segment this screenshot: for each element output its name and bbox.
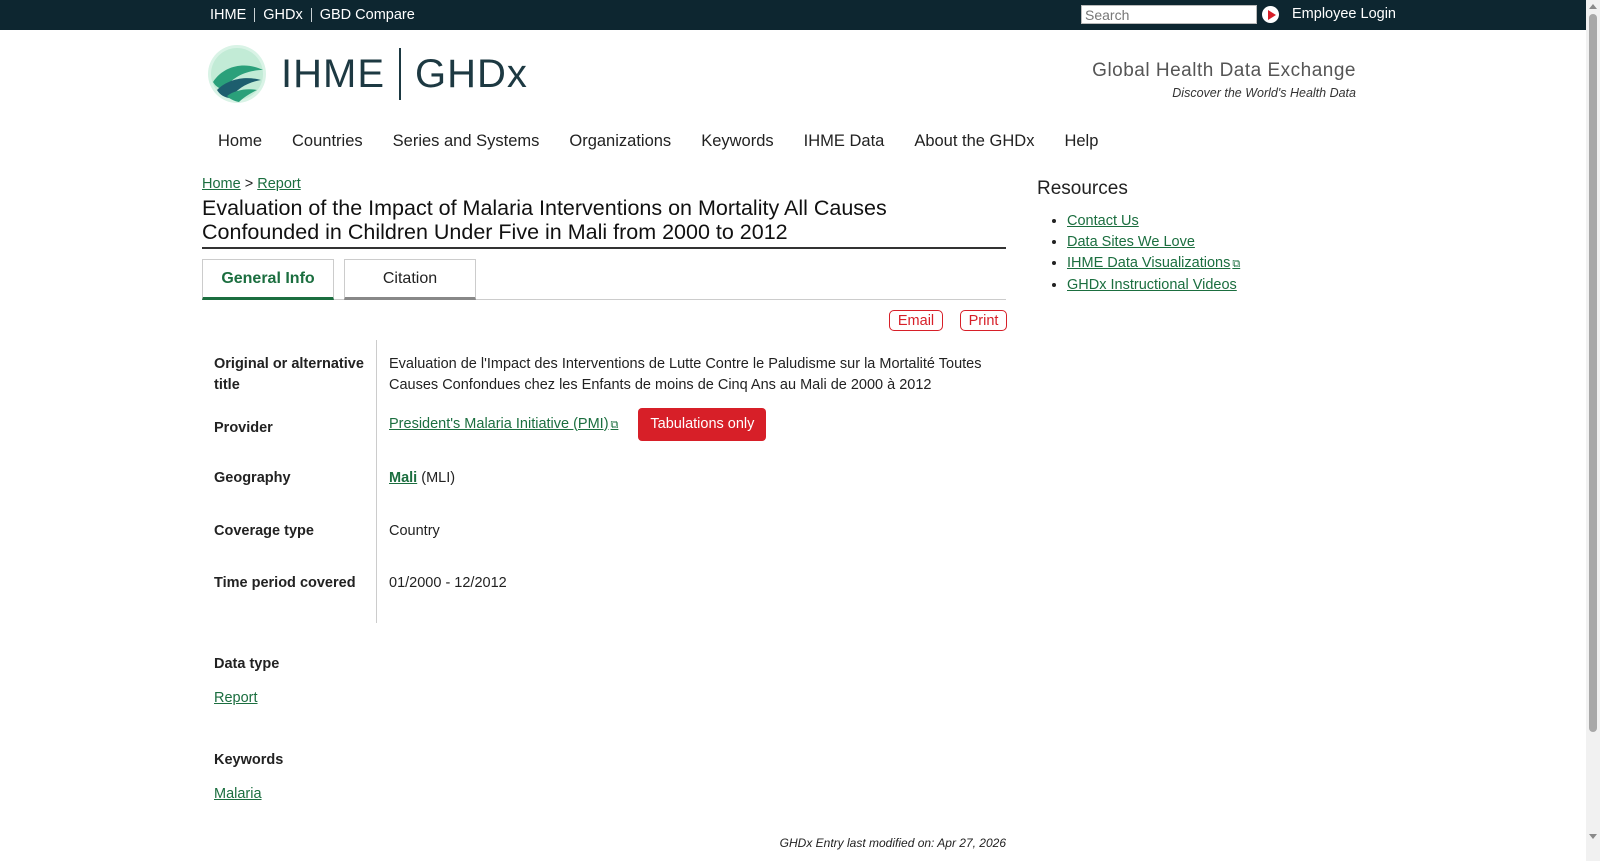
last-modified-text: GHDx Entry last modified on: Apr 27, 202…	[779, 836, 1006, 850]
search-input[interactable]	[1081, 5, 1257, 24]
provider-link[interactable]: President's Malaria Initiative (PMI) ⧉	[389, 416, 618, 432]
data-type-link-report[interactable]: Report	[214, 690, 258, 706]
provider-label: Provider	[214, 420, 273, 436]
resource-item: GHDx Instructional Videos	[1067, 275, 1240, 296]
resources-list: Contact Us Data Sites We Love IHME Data …	[1037, 211, 1240, 296]
email-button[interactable]: Email	[889, 310, 943, 331]
breadcrumb: Home > Report	[202, 176, 301, 192]
employee-login-link[interactable]: Employee Login	[1292, 6, 1396, 22]
ihme-logo-icon	[208, 45, 266, 103]
resource-item: Data Sites We Love	[1067, 232, 1240, 253]
geography-code: (MLI)	[421, 470, 456, 486]
nav-ihme-data[interactable]: IHME Data	[804, 132, 885, 151]
external-link-icon: ⧉	[610, 418, 619, 431]
original-title-value: Evaluation de l'Impact des Interventions…	[389, 356, 982, 393]
provider-link-text: President's Malaria Initiative (PMI)	[389, 415, 609, 432]
resource-item: Contact Us	[1067, 211, 1240, 232]
tabulations-only-badge: Tabulations only	[638, 408, 767, 441]
logo-ihme-text: IHME	[281, 51, 385, 96]
nav-home[interactable]: Home	[218, 132, 262, 151]
geography-link-mali[interactable]: Mali	[389, 470, 417, 486]
resources-title: Resources	[1037, 178, 1128, 199]
search-submit-icon[interactable]	[1262, 6, 1279, 23]
time-period-value: 01/2000 - 12/2012	[389, 575, 507, 591]
coverage-value: Country	[389, 523, 440, 539]
keyword-link-malaria[interactable]: Malaria	[214, 786, 262, 802]
info-table-divider	[376, 340, 377, 623]
nav-countries[interactable]: Countries	[292, 132, 363, 151]
top-link-ghdx[interactable]: GHDx	[254, 8, 310, 22]
scroll-up-arrow-icon[interactable]	[1589, 4, 1597, 9]
original-title-label: Original or alternative title	[214, 356, 364, 393]
page-scrollbar[interactable]	[1586, 0, 1600, 861]
page-title: Evaluation of the Impact of Malaria Inte…	[202, 196, 1006, 249]
nav-series-and-systems[interactable]: Series and Systems	[393, 132, 540, 151]
scroll-down-arrow-icon[interactable]	[1589, 834, 1597, 839]
breadcrumb-report[interactable]: Report	[257, 176, 301, 192]
tagline-main: Global Health Data Exchange	[1092, 60, 1356, 81]
resource-ghdx-instructional-videos[interactable]: GHDx Instructional Videos	[1067, 277, 1237, 293]
resource-item: IHME Data Visualizations⧉	[1067, 253, 1240, 275]
main-nav: Home Countries Series and Systems Organi…	[218, 132, 1128, 151]
logo-divider	[399, 48, 401, 100]
data-type-label: Data type	[214, 656, 280, 672]
provider-value: President's Malaria Initiative (PMI) ⧉ Tab…	[389, 408, 989, 441]
nav-about-the-ghdx[interactable]: About the GHDx	[914, 132, 1034, 151]
geography-value: Mali (MLI)	[389, 468, 989, 489]
top-link-gbd-compare[interactable]: GBD Compare	[310, 8, 423, 22]
resource-data-sites-we-love[interactable]: Data Sites We Love	[1067, 234, 1195, 250]
nav-organizations[interactable]: Organizations	[569, 132, 671, 151]
breadcrumb-separator: >	[244, 176, 254, 192]
external-link-icon: ⧉	[1232, 258, 1241, 270]
logo-ghdx-text: GHDx	[415, 51, 528, 96]
tab-general-info[interactable]: General Info	[202, 259, 334, 300]
site-tagline: Global Health Data Exchange Discover the…	[1092, 60, 1356, 100]
resource-contact-us[interactable]: Contact Us	[1067, 213, 1139, 229]
breadcrumb-home[interactable]: Home	[202, 176, 241, 192]
nav-help[interactable]: Help	[1064, 132, 1098, 151]
resource-ihme-data-visualizations[interactable]: IHME Data Visualizations ⧉	[1067, 255, 1240, 271]
top-link-ihme[interactable]: IHME	[210, 8, 254, 23]
tagline-sub: Discover the World's Health Data	[1172, 86, 1356, 100]
top-bar: IHME GHDx GBD Compare Employee Login	[0, 0, 1586, 30]
nav-keywords[interactable]: Keywords	[701, 132, 773, 151]
tab-citation[interactable]: Citation	[344, 259, 476, 300]
ihme-ghdx-logo[interactable]: IHME GHDx	[207, 44, 528, 104]
geography-label: Geography	[214, 470, 291, 486]
scroll-thumb[interactable]	[1589, 14, 1597, 732]
top-nav: IHME GHDx GBD Compare	[210, 0, 423, 30]
keywords-label: Keywords	[214, 752, 284, 768]
print-button[interactable]: Print	[960, 310, 1007, 331]
resource-ihme-data-visualizations-text: IHME Data Visualizations	[1067, 255, 1231, 271]
coverage-label: Coverage type	[214, 523, 314, 539]
time-period-label: Time period covered	[214, 575, 356, 591]
